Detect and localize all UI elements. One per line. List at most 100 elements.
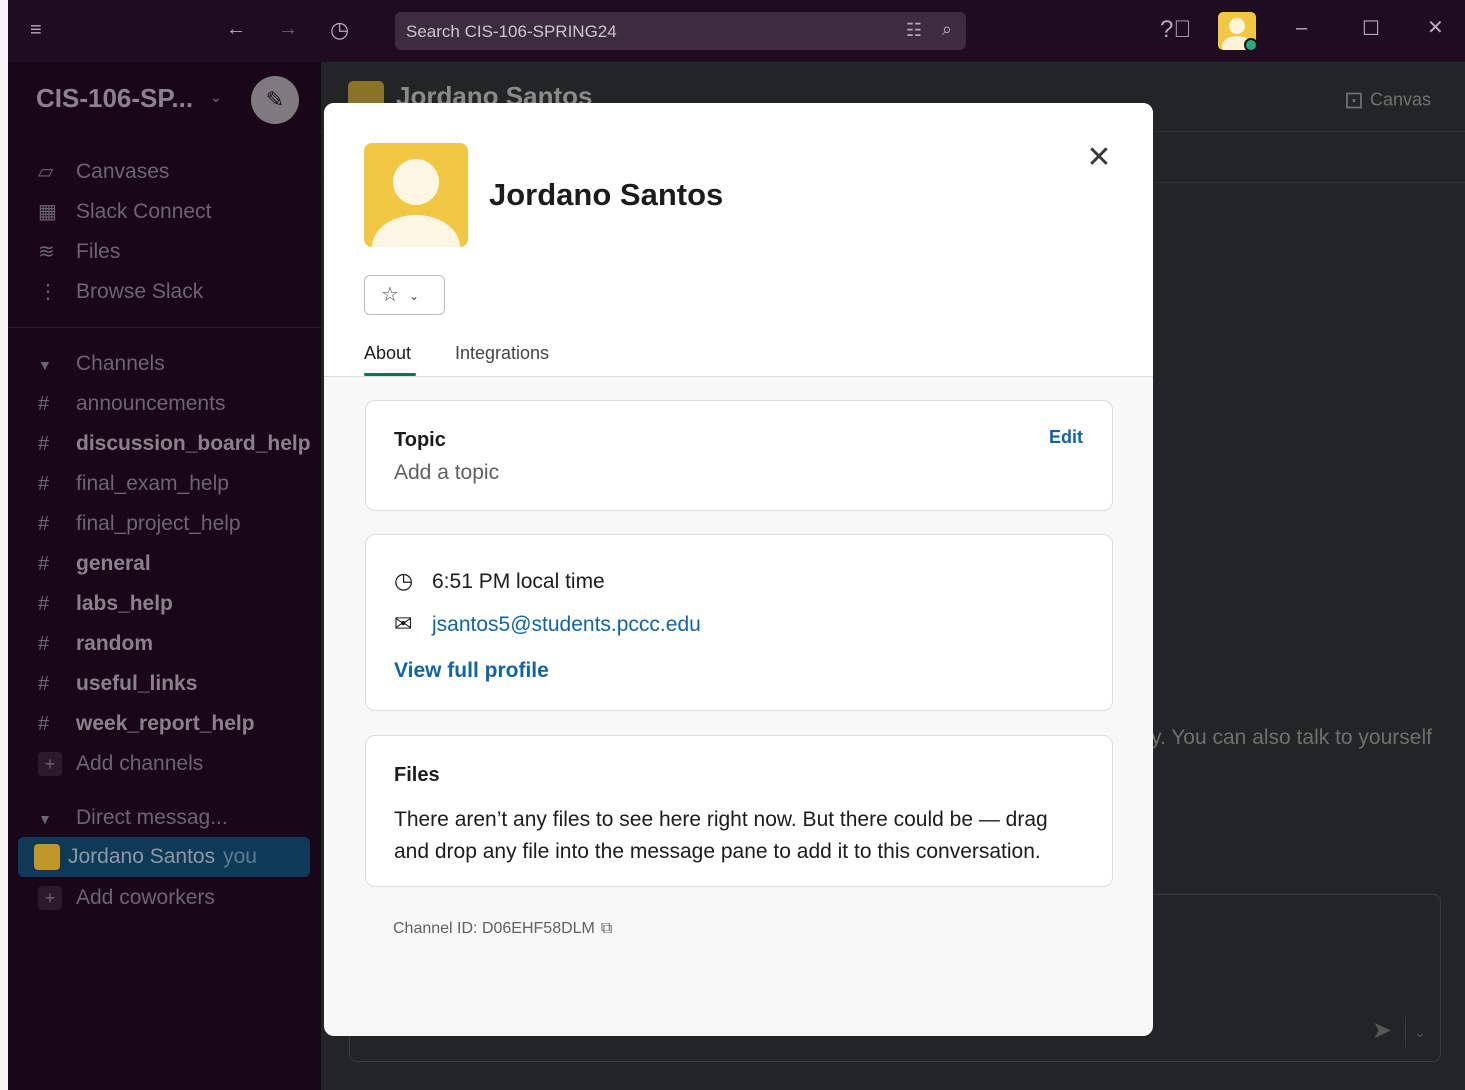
- search-placeholder: Search CIS-106-SPRING24: [406, 22, 617, 41]
- canvas-icon: ▱: [38, 161, 54, 183]
- channel-id-text: Channel ID: D06EHF58DLM: [393, 920, 595, 937]
- title-bar: ≡ ← → ◷ Search CIS-106-SPRING24 ☷ ⌕ ?⃝ –…: [8, 0, 1465, 62]
- hash-icon: #: [38, 673, 50, 695]
- email-row: ✉ jsantos5@students.pccc.edu: [394, 611, 701, 637]
- hash-icon: #: [38, 553, 50, 575]
- user-avatar[interactable]: [1218, 12, 1256, 50]
- chevron-down-icon[interactable]: ⌄: [1414, 1024, 1426, 1041]
- channel-id: Channel ID: D06EHF58DLM ⧉: [393, 920, 612, 938]
- star-button[interactable]: ☆ ⌄: [364, 275, 445, 315]
- email-link[interactable]: jsantos5@students.pccc.edu: [432, 613, 701, 636]
- window-close-icon[interactable]: ✕: [1427, 18, 1444, 38]
- channel-item[interactable]: # general: [38, 546, 151, 582]
- filter-icon[interactable]: ☷: [906, 20, 922, 41]
- search-input[interactable]: Search CIS-106-SPRING24 ☷ ⌕: [395, 12, 966, 50]
- sidebar-item-label: Files: [76, 240, 121, 263]
- hash-icon: #: [38, 593, 50, 615]
- send-icon[interactable]: ➤: [1372, 1016, 1392, 1045]
- history-clock-icon[interactable]: ◷: [330, 19, 349, 41]
- sidebar-item-slack-connect[interactable]: ▦ Slack Connect: [38, 194, 211, 230]
- files-card: Files There aren’t any files to see here…: [365, 735, 1113, 887]
- mail-icon: ✉: [394, 611, 413, 636]
- add-coworkers-button[interactable]: + Add coworkers: [38, 880, 215, 916]
- channel-item[interactable]: # announcements: [38, 386, 225, 422]
- tab-about[interactable]: About: [364, 343, 411, 364]
- channel-name: random: [76, 632, 154, 655]
- add-channels-button[interactable]: + Add channels: [38, 746, 203, 782]
- local-time: 6:51 PM local time: [432, 570, 605, 593]
- profile-name: Jordano Santos: [489, 177, 724, 212]
- topic-heading: Topic: [394, 429, 446, 451]
- hash-icon: #: [38, 713, 50, 735]
- building-icon: ▦: [38, 201, 57, 223]
- hash-icon: #: [38, 393, 50, 415]
- channel-item[interactable]: # discussion_board_help: [38, 426, 311, 462]
- hash-icon: #: [38, 633, 50, 655]
- canvas-button[interactable]: ⊡ Canvas: [1344, 86, 1431, 115]
- help-circle-icon[interactable]: ?⃝: [1160, 18, 1191, 42]
- sidebar-item-canvases[interactable]: ▱ Canvases: [38, 154, 169, 190]
- back-arrow-icon[interactable]: ←: [226, 19, 246, 39]
- sidebar-item-label: Browse Slack: [76, 280, 204, 303]
- sidebar-divider: [8, 327, 321, 328]
- copy-icon[interactable]: ⧉: [601, 920, 612, 937]
- sidebar: CIS-106-SP... ⌄ ✎ ▱ Canvases ▦ Slack Conne…: [8, 62, 321, 1090]
- window-edge: [0, 0, 8, 1090]
- view-full-profile-link[interactable]: View full profile: [394, 659, 549, 683]
- intro-text: y. You can also talk to yourself: [1151, 726, 1432, 749]
- divider: [1405, 1017, 1406, 1047]
- tab-integrations[interactable]: Integrations: [455, 343, 549, 364]
- close-icon[interactable]: ✕: [1082, 141, 1116, 175]
- search-icon: ⌕: [941, 19, 952, 39]
- minimize-icon[interactable]: –: [1296, 18, 1307, 38]
- channel-item[interactable]: # final_project_help: [38, 506, 241, 542]
- dm-item-jordano-santos[interactable]: Jordano Santos you: [34, 839, 257, 875]
- channel-name: general: [76, 552, 151, 575]
- maximize-icon[interactable]: ☐: [1362, 19, 1380, 39]
- channel-name: announcements: [76, 392, 226, 415]
- channel-item[interactable]: # useful_links: [38, 666, 197, 702]
- hash-icon: #: [38, 433, 50, 455]
- avatar: [364, 143, 468, 247]
- forward-arrow-icon[interactable]: →: [278, 19, 298, 39]
- layers-icon: ≋: [38, 241, 55, 263]
- channel-name: final_exam_help: [76, 472, 229, 495]
- profile-modal: Jordano Santos ✕ ☆ ⌄ About Integrations T…: [324, 103, 1153, 1036]
- channel-name: useful_links: [76, 672, 198, 695]
- edit-icon: ✎: [265, 87, 285, 112]
- channel-item[interactable]: # final_exam_help: [38, 466, 229, 502]
- you-label: you: [223, 845, 257, 868]
- workspace-name[interactable]: CIS-106-SP...: [36, 83, 193, 114]
- sidebar-item-browse-slack[interactable]: ⋮ Browse Slack: [38, 274, 203, 310]
- modal-header: Jordano Santos ✕ ☆ ⌄ About Integrations: [324, 103, 1153, 377]
- sidebar-item-label: Canvases: [76, 160, 170, 183]
- topic-text: Add a topic: [394, 461, 500, 484]
- topic-card: Topic Edit Add a topic: [365, 400, 1113, 511]
- channel-name: discussion_board_help: [76, 432, 311, 455]
- channels-header[interactable]: ▼ Channels: [38, 346, 165, 382]
- plus-icon: +: [38, 752, 62, 776]
- chevron-down-icon: ⌄: [408, 288, 419, 303]
- channel-item[interactable]: # labs_help: [38, 586, 173, 622]
- caret-down-icon: ▼: [38, 357, 52, 373]
- channel-item[interactable]: # random: [38, 626, 153, 662]
- menu-icon[interactable]: ≡: [30, 20, 42, 40]
- sidebar-item-files[interactable]: ≋ Files: [38, 234, 120, 270]
- compose-button[interactable]: ✎: [251, 76, 299, 124]
- edit-topic-link[interactable]: Edit: [1049, 427, 1083, 448]
- clock-icon: ◷: [394, 568, 414, 593]
- channel-name: week_report_help: [76, 712, 255, 735]
- star-icon: ☆: [381, 284, 399, 306]
- plus-icon: +: [38, 886, 62, 910]
- kebab-icon: ⋮: [38, 281, 58, 303]
- channel-name: final_project_help: [76, 512, 241, 535]
- chevron-down-icon[interactable]: ⌄: [210, 89, 222, 106]
- channel-name: labs_help: [76, 592, 173, 615]
- avatar: [34, 844, 60, 871]
- channel-item[interactable]: # week_report_help: [38, 706, 255, 742]
- contact-card: ◷ 6:51 PM local time ✉ jsantos5@students.p…: [365, 534, 1113, 711]
- hash-icon: #: [38, 513, 50, 535]
- hash-icon: #: [38, 473, 50, 495]
- direct-messages-header[interactable]: ▼ Direct messag...: [38, 800, 228, 836]
- local-time-row: ◷ 6:51 PM local time: [394, 568, 605, 594]
